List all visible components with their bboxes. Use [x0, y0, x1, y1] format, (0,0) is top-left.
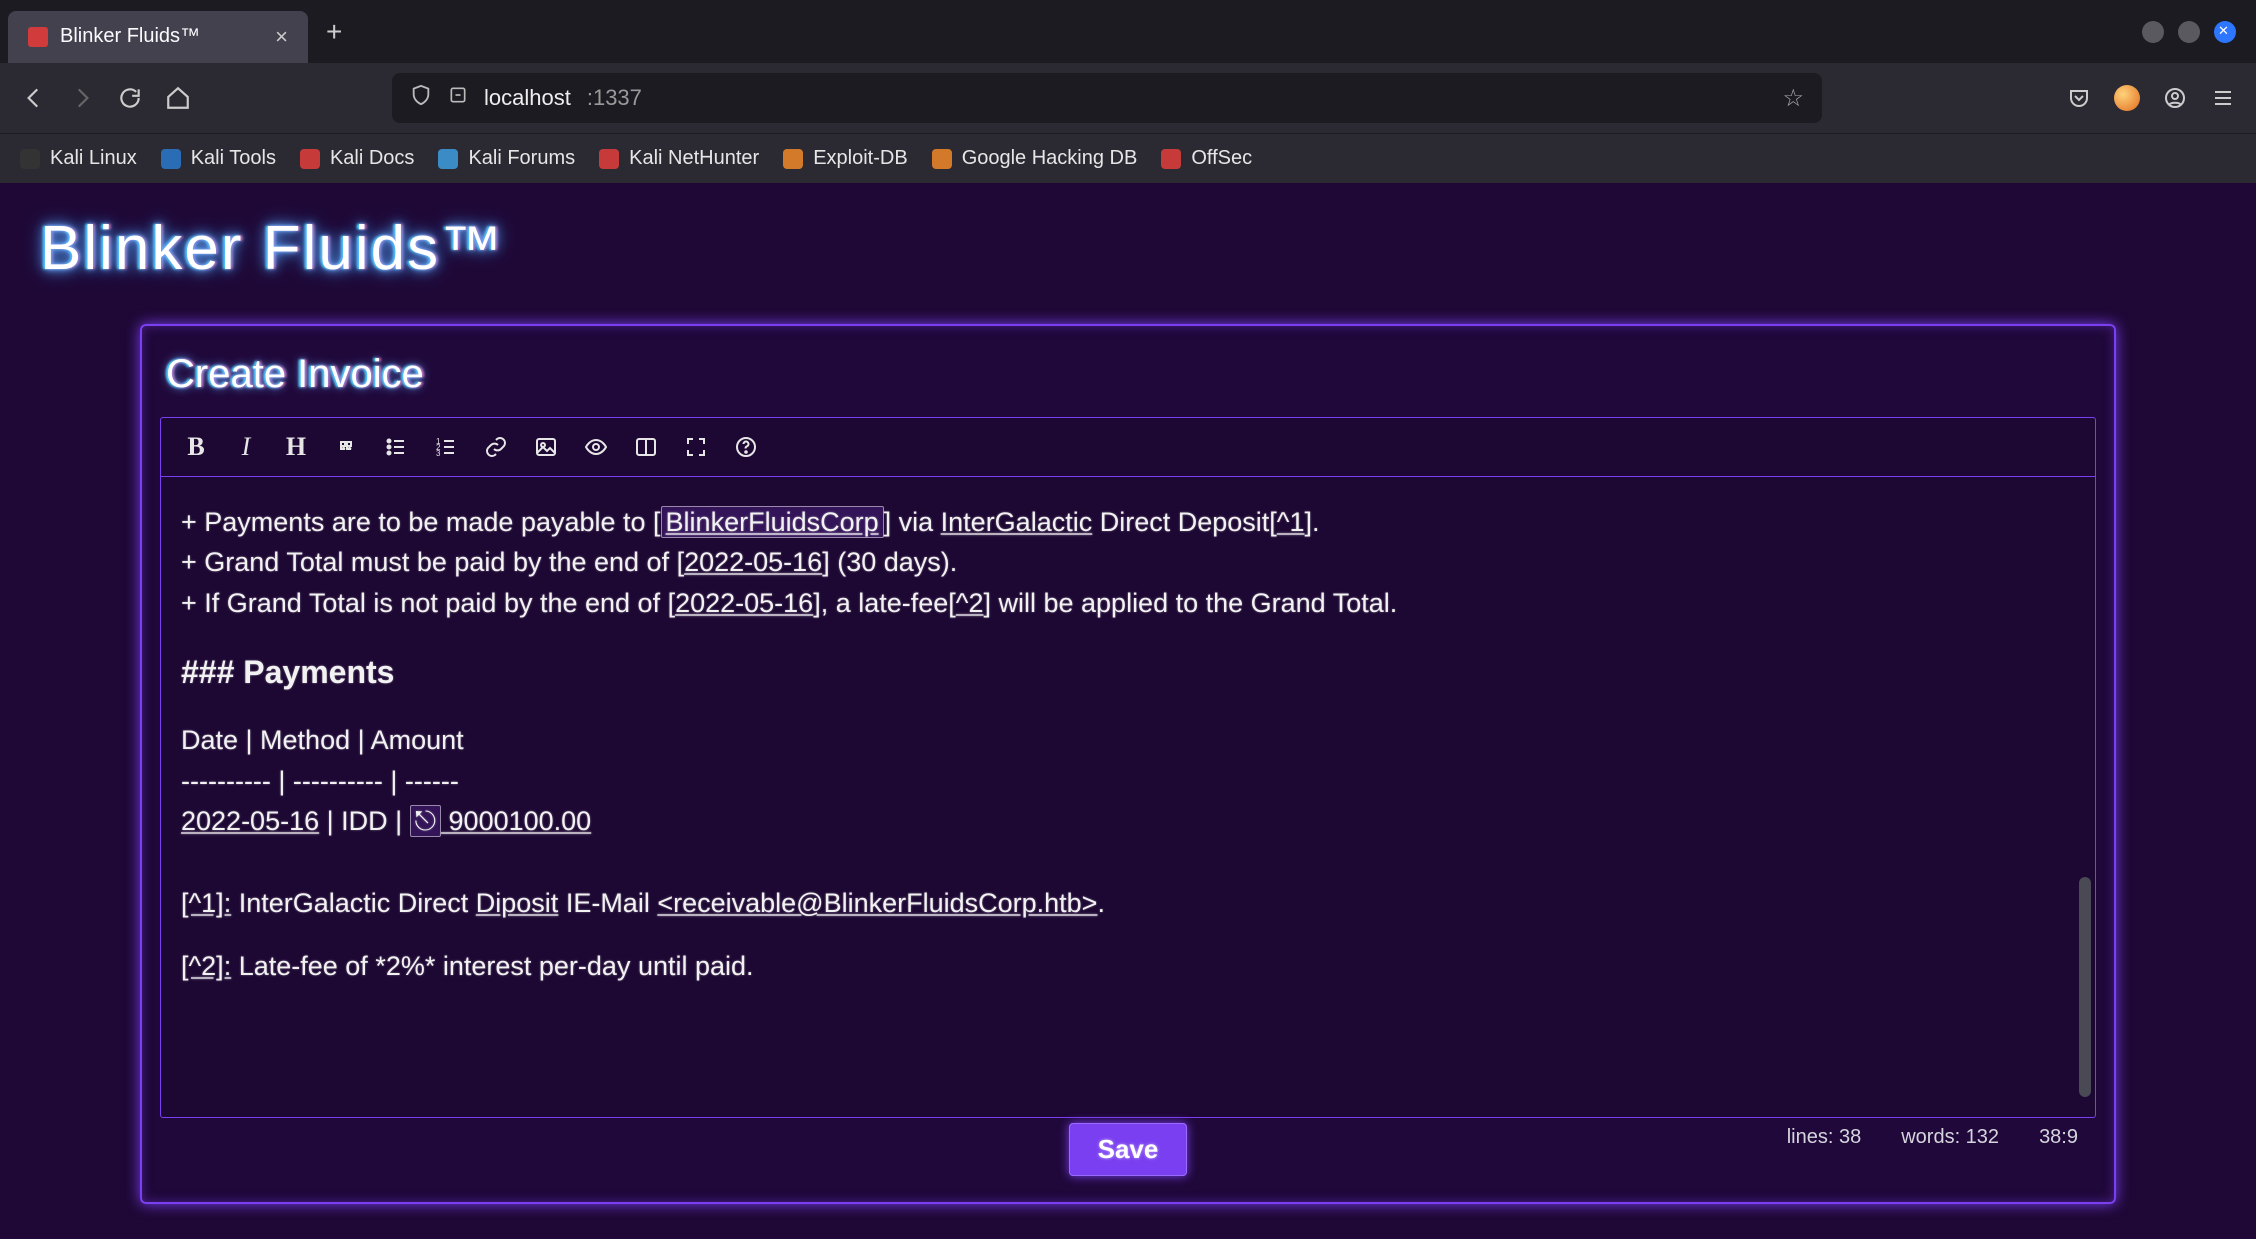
window-close-icon[interactable]	[2214, 21, 2236, 43]
bookmark-kali-nethunter[interactable]: Kali NetHunter	[599, 147, 759, 170]
bookmark-favicon-icon	[932, 149, 952, 169]
bookmark-kali-tools[interactable]: Kali Tools	[161, 147, 276, 170]
url-port: :1337	[587, 85, 642, 111]
image-icon[interactable]	[531, 432, 561, 462]
editor-toolbar: B I H 123	[161, 418, 2095, 477]
browser-chrome: Blinker Fluids™ × + localhost:1337 ☆ Kal	[0, 0, 2256, 183]
bookmark-favicon-icon	[783, 149, 803, 169]
close-icon[interactable]: ×	[275, 24, 288, 50]
tab-title: Blinker Fluids™	[60, 25, 263, 48]
sidebyside-icon[interactable]	[631, 432, 661, 462]
shield-icon[interactable]	[410, 84, 432, 112]
ol-icon[interactable]: 123	[431, 432, 461, 462]
svg-text:3: 3	[436, 449, 441, 458]
editor-textarea[interactable]: + Payments are to be made payable to [Bl…	[161, 477, 2095, 1117]
markdown-editor: B I H 123 + Payments are to be made paya…	[160, 417, 2096, 1118]
bookmark-favicon-icon	[1161, 149, 1181, 169]
reload-button[interactable]	[116, 84, 144, 112]
window-maximize-icon[interactable]	[2178, 21, 2200, 43]
bookmark-kali-docs[interactable]: Kali Docs	[300, 147, 414, 170]
tabs-bar: Blinker Fluids™ × +	[0, 0, 2256, 63]
bookmark-favicon-icon	[300, 149, 320, 169]
url-bar[interactable]: localhost :1337 ☆	[392, 73, 1822, 123]
bookmark-exploit-db[interactable]: Exploit-DB	[783, 147, 907, 170]
status-lines: lines: 38	[1787, 1126, 1862, 1149]
tab-favicon	[28, 27, 48, 47]
italic-icon[interactable]: I	[231, 432, 261, 462]
bookmark-favicon-icon	[599, 149, 619, 169]
bookmark-favicon-icon	[161, 149, 181, 169]
bookmark-offsec[interactable]: OffSec	[1161, 147, 1252, 170]
ul-icon[interactable]	[381, 432, 411, 462]
scrollbar-thumb[interactable]	[2079, 877, 2091, 1097]
url-host: localhost	[484, 85, 571, 111]
window-minimize-icon[interactable]	[2142, 21, 2164, 43]
bookmark-favicon-icon	[20, 149, 40, 169]
pocket-icon[interactable]	[2066, 85, 2092, 111]
hamburger-menu-icon[interactable]	[2210, 85, 2236, 111]
fullscreen-icon[interactable]	[681, 432, 711, 462]
bookmark-star-icon[interactable]: ☆	[1782, 84, 1804, 113]
payments-heading: ### Payments	[181, 650, 2075, 695]
home-button[interactable]	[164, 84, 192, 112]
brand-title: Blinker Fluids™	[40, 213, 2216, 284]
link-icon[interactable]	[481, 432, 511, 462]
bookmark-google-hacking-db[interactable]: Google Hacking DB	[932, 147, 1138, 170]
nav-bar: localhost :1337 ☆	[0, 63, 2256, 133]
toolbar-right	[2066, 85, 2236, 111]
panel-title: Create Invoice	[166, 352, 2096, 397]
bookmark-kali-forums[interactable]: Kali Forums	[438, 147, 575, 170]
site-info-icon[interactable]	[448, 85, 468, 111]
tab-active[interactable]: Blinker Fluids™ ×	[8, 11, 308, 63]
preview-icon[interactable]	[581, 432, 611, 462]
bookmark-kali-linux[interactable]: Kali Linux	[20, 147, 137, 170]
account-icon[interactable]	[2162, 85, 2188, 111]
new-tab-button[interactable]: +	[326, 16, 342, 48]
bookmarks-bar: Kali Linux Kali Tools Kali Docs Kali For…	[0, 133, 2256, 183]
help-icon[interactable]	[731, 432, 761, 462]
forward-button	[68, 84, 96, 112]
status-cursor: 38:9	[2039, 1126, 2078, 1149]
back-button[interactable]	[20, 84, 48, 112]
extension-foxy-icon[interactable]	[2114, 85, 2140, 111]
create-invoice-panel: Create Invoice B I H 123 + Payments are …	[140, 324, 2116, 1204]
status-words: words: 132	[1901, 1126, 1999, 1149]
heading-icon[interactable]: H	[281, 432, 311, 462]
bold-icon[interactable]: B	[181, 432, 211, 462]
save-button[interactable]: Save	[1069, 1123, 1188, 1176]
page-content: Blinker Fluids™ Create Invoice B I H 123	[0, 183, 2256, 1234]
window-controls	[2142, 21, 2248, 43]
quote-icon[interactable]	[331, 432, 361, 462]
bookmark-favicon-icon	[438, 149, 458, 169]
